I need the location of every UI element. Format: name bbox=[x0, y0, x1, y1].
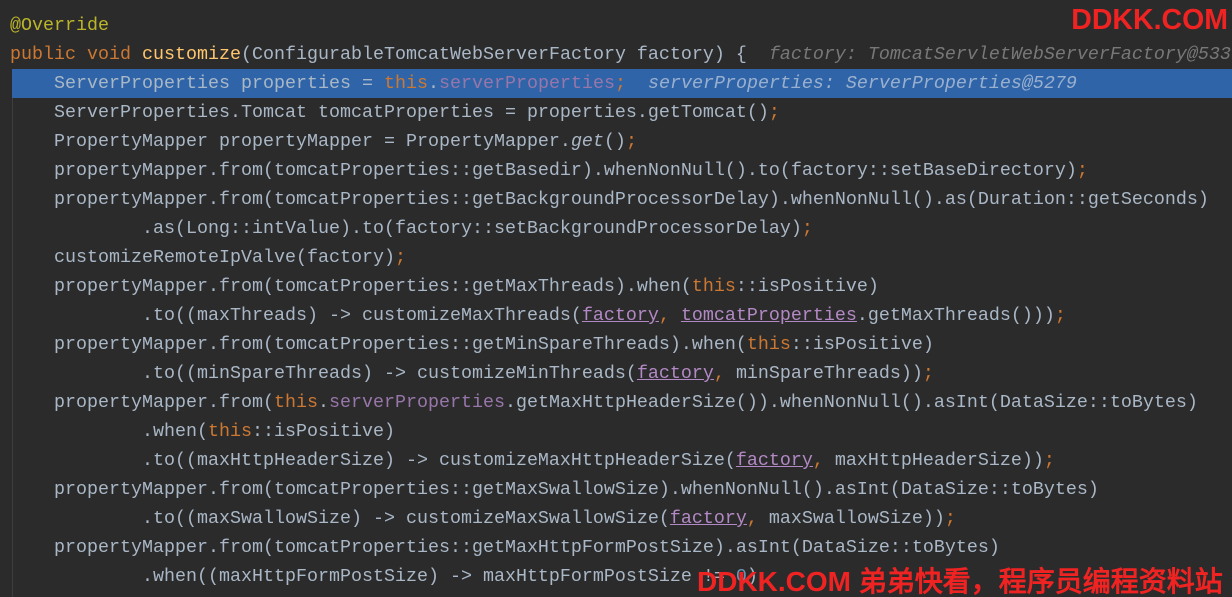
code-token: maxSwallowSize)) bbox=[768, 508, 945, 529]
code-token: .as(Long::intValue).to(factory::setBackg… bbox=[10, 218, 802, 239]
code-token: . bbox=[427, 73, 439, 94]
code-token: get bbox=[570, 131, 604, 152]
code-token: , bbox=[713, 363, 736, 384]
code-line[interactable]: ServerProperties.Tomcat tomcatProperties… bbox=[0, 98, 1232, 127]
code-token: propertyMapper.from(tomcatProperties::ge… bbox=[10, 276, 692, 297]
code-token: .to((maxHttpHeaderSize) -> customizeMaxH… bbox=[10, 450, 736, 471]
code-line[interactable]: propertyMapper.from(tomcatProperties::ge… bbox=[0, 475, 1232, 504]
code-token: , bbox=[746, 508, 769, 529]
code-token: .getMaxHttpHeaderSize()).whenNonNull().a… bbox=[504, 392, 1198, 413]
code-token: .to((minSpareThreads) -> customizeMinThr… bbox=[10, 363, 637, 384]
code-line[interactable]: .to((maxHttpHeaderSize) -> customizeMaxH… bbox=[0, 446, 1232, 475]
code-token: , bbox=[812, 450, 835, 471]
code-token: ::isPositive) bbox=[790, 334, 934, 355]
code-token: propertyMapper.from(tomcatProperties::ge… bbox=[10, 189, 1209, 210]
code-line[interactable]: propertyMapper.from(tomcatProperties::ge… bbox=[0, 156, 1232, 185]
code-token: ::isPositive) bbox=[251, 421, 395, 442]
code-token: propertyMapper.from(tomcatProperties::ge… bbox=[10, 160, 1077, 181]
code-token: customizeRemoteIpValve(factory) bbox=[10, 247, 395, 268]
code-token: PropertyMapper propertyMapper = Property… bbox=[10, 131, 571, 152]
code-token: propertyMapper.from(tomcatProperties::ge… bbox=[10, 334, 747, 355]
code-line[interactable]: .when(this::isPositive) bbox=[0, 417, 1232, 446]
code-line[interactable]: propertyMapper.from(tomcatProperties::ge… bbox=[0, 272, 1232, 301]
code-editor[interactable]: @Override public void customize(Configura… bbox=[0, 0, 1232, 597]
watermark-top: DDKK.COM bbox=[1071, 4, 1228, 36]
code-token: .getMaxThreads())) bbox=[856, 305, 1055, 326]
code-token: this bbox=[691, 276, 736, 297]
code-token: ; bbox=[1054, 305, 1066, 326]
code-token: ServerProperties properties = bbox=[10, 73, 384, 94]
code-token: .when((maxHttpFormPostSize) -> maxHttpFo… bbox=[10, 566, 736, 587]
code-token: minSpareThreads)) bbox=[735, 363, 923, 384]
code-token: propertyMapper.from(tomcatProperties::ge… bbox=[10, 479, 1099, 500]
code-token: , bbox=[658, 305, 681, 326]
code-token: ::isPositive) bbox=[735, 276, 879, 297]
code-token: this bbox=[207, 421, 252, 442]
code-token: factory bbox=[669, 508, 747, 529]
code-token: public void bbox=[10, 44, 142, 65]
code-line[interactable]: .as(Long::intValue).to(factory::setBackg… bbox=[0, 214, 1232, 243]
code-token: this bbox=[746, 334, 791, 355]
code-line[interactable]: customizeRemoteIpValve(factory); bbox=[0, 243, 1232, 272]
code-token: ; bbox=[801, 218, 813, 239]
code-token: propertyMapper.from(tomcatProperties::ge… bbox=[10, 537, 1000, 558]
code-token: serverProperties bbox=[328, 392, 505, 413]
watermark-bottom: DDKK.COM 弟弟快看，程序员编程资料站 bbox=[697, 566, 1223, 597]
code-line[interactable]: propertyMapper.from(tomcatProperties::ge… bbox=[0, 533, 1232, 562]
current-execution-line[interactable]: ServerProperties properties = this.serve… bbox=[0, 69, 1232, 98]
code-line[interactable]: .to((minSpareThreads) -> customizeMinThr… bbox=[0, 359, 1232, 388]
code-line[interactable]: @Override bbox=[0, 11, 1232, 40]
code-token: ; bbox=[614, 73, 626, 94]
code-token: serverProperties bbox=[438, 73, 615, 94]
code-token: ; bbox=[768, 102, 780, 123]
code-token: .when( bbox=[10, 421, 208, 442]
code-line[interactable]: propertyMapper.from(this.serverPropertie… bbox=[0, 388, 1232, 417]
code-token: .to((maxSwallowSize) -> customizeMaxSwal… bbox=[10, 508, 670, 529]
code-line[interactable]: .to((maxThreads) -> customizeMaxThreads(… bbox=[0, 301, 1232, 330]
code-token: ServerProperties.Tomcat tomcatProperties… bbox=[10, 102, 769, 123]
code-token: @Override bbox=[10, 15, 109, 36]
code-token: (ConfigurableTomcatWebServerFactory fact… bbox=[240, 44, 747, 65]
code-token: () bbox=[603, 131, 626, 152]
code-token: this bbox=[273, 392, 318, 413]
code-token: maxHttpHeaderSize)) bbox=[834, 450, 1044, 471]
code-token: factory bbox=[581, 305, 659, 326]
code-token: . bbox=[317, 392, 329, 413]
code-token: ; bbox=[625, 131, 637, 152]
code-lines[interactable]: @Override public void customize(Configura… bbox=[0, 11, 1232, 591]
code-line[interactable]: propertyMapper.from(tomcatProperties::ge… bbox=[0, 185, 1232, 214]
code-token: ; bbox=[1076, 160, 1088, 181]
code-token: .to((maxThreads) -> customizeMaxThreads( bbox=[10, 305, 582, 326]
code-line[interactable]: PropertyMapper propertyMapper = Property… bbox=[0, 127, 1232, 156]
code-token: this bbox=[383, 73, 428, 94]
code-token: factory bbox=[636, 363, 714, 384]
code-line[interactable]: .to((maxSwallowSize) -> customizeMaxSwal… bbox=[0, 504, 1232, 533]
code-token: customize bbox=[141, 44, 241, 65]
inline-debug-value[interactable]: factory: TomcatServletWebServerFactory@5… bbox=[769, 44, 1231, 65]
code-line[interactable]: public void customize(ConfigurableTomcat… bbox=[0, 40, 1232, 69]
code-token: propertyMapper.from( bbox=[10, 392, 274, 413]
code-line[interactable]: propertyMapper.from(tomcatProperties::ge… bbox=[0, 330, 1232, 359]
code-token: factory bbox=[735, 450, 813, 471]
inline-debug-value[interactable]: serverProperties: ServerProperties@5279 bbox=[648, 73, 1077, 94]
code-token: ; bbox=[922, 363, 934, 384]
code-token: ; bbox=[944, 508, 956, 529]
code-token: ; bbox=[394, 247, 406, 268]
code-token: tomcatProperties bbox=[680, 305, 857, 326]
watermark-bottom-container: DDKK.COM 弟弟快看，程序员编程资料站 bbox=[697, 566, 1232, 597]
code-token: ; bbox=[1043, 450, 1055, 471]
